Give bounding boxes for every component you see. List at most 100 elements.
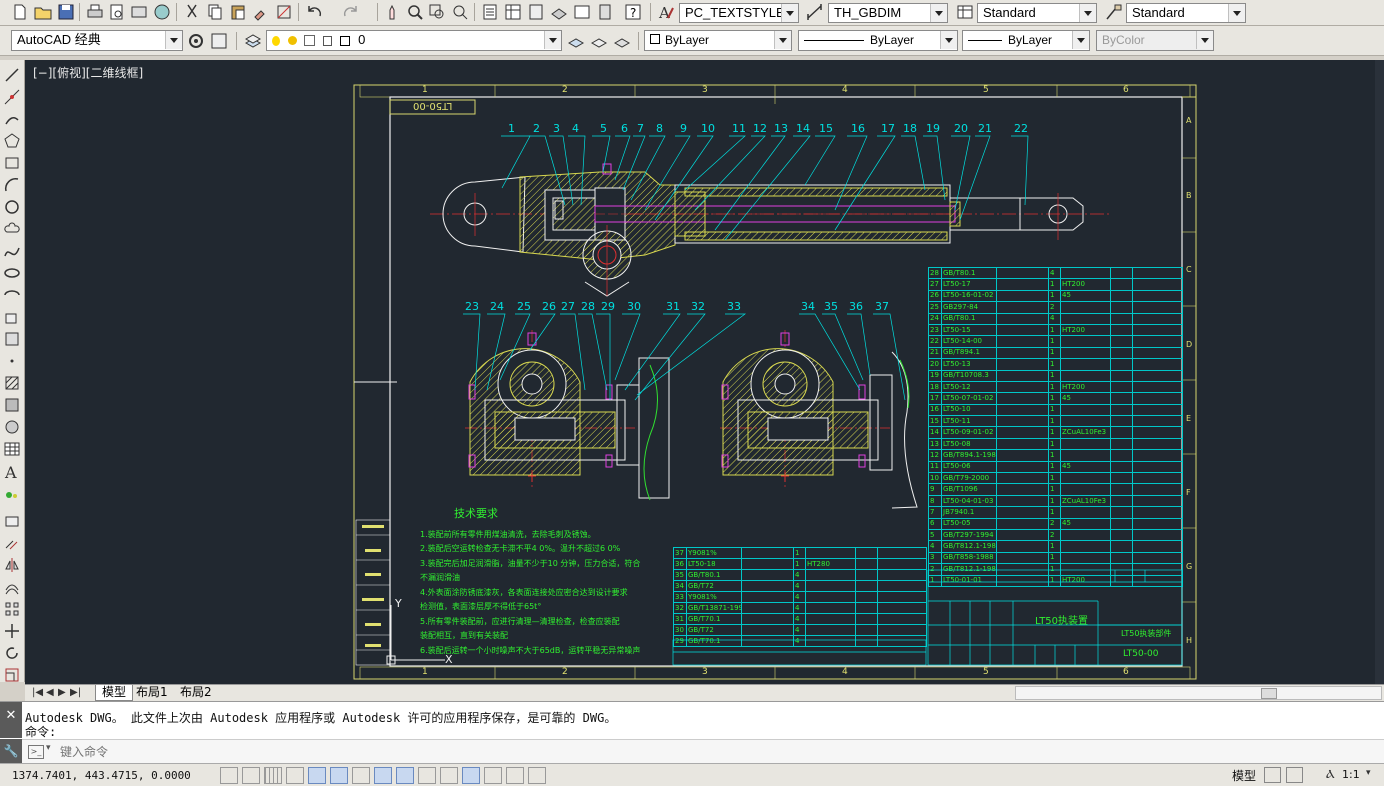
polyline-icon[interactable]: [3, 110, 21, 128]
lock-icon[interactable]: [322, 35, 332, 46]
tab-nav-first[interactable]: |◀: [32, 687, 43, 698]
3d-dwf-icon[interactable]: [152, 2, 172, 22]
chevron-down-icon[interactable]: [165, 31, 182, 49]
ortho-mode-icon[interactable]: [286, 767, 304, 784]
multileader-style-icon[interactable]: [1104, 2, 1124, 22]
command-prompt-icon[interactable]: >_: [28, 745, 44, 759]
zoom-realtime-icon[interactable]: [405, 2, 425, 22]
lightbulb-icon[interactable]: [272, 35, 280, 46]
workspace-settings-icon[interactable]: [209, 31, 229, 51]
chevron-down-icon[interactable]: [781, 4, 798, 22]
chevron-down-icon[interactable]: [1072, 31, 1089, 49]
horizontal-scrollbar[interactable]: [1015, 686, 1382, 700]
show-lineweight-icon[interactable]: [440, 767, 458, 784]
save-icon[interactable]: [56, 2, 76, 22]
chevron-down-icon[interactable]: [774, 31, 791, 49]
offset-icon[interactable]: [3, 578, 21, 596]
quick-view-icon[interactable]: [1286, 767, 1303, 783]
object-snap-icon[interactable]: [330, 767, 348, 784]
linetype-combo[interactable]: ByLayer: [798, 30, 958, 51]
grid-display-icon[interactable]: [264, 767, 282, 784]
command-input-box[interactable]: >_ ▾: [22, 739, 1384, 764]
revision-cloud-icon[interactable]: [3, 220, 21, 238]
markup-icon[interactable]: [572, 2, 592, 22]
tool-palettes-icon[interactable]: [526, 2, 546, 22]
properties-icon[interactable]: [480, 2, 500, 22]
move-icon[interactable]: [3, 622, 21, 640]
workspace-combo[interactable]: AutoCAD 经典: [11, 30, 183, 51]
chevron-down-icon[interactable]: [544, 31, 561, 49]
publish-icon[interactable]: [129, 2, 149, 22]
text-style-icon[interactable]: A: [656, 2, 676, 22]
sun-icon[interactable]: [287, 36, 297, 46]
dynamic-input-icon[interactable]: [418, 767, 436, 784]
copy-icon[interactable]: [205, 2, 225, 22]
gradient-icon[interactable]: [3, 396, 21, 414]
annotation-scale-icon[interactable]: Ⲁ: [1326, 767, 1335, 782]
canvas-vertical-scroll[interactable]: [1375, 60, 1384, 684]
insert-block-icon[interactable]: [3, 308, 21, 326]
quick-properties-icon[interactable]: [484, 767, 502, 784]
zoom-window-icon[interactable]: [427, 2, 447, 22]
rotate-icon[interactable]: [3, 644, 21, 662]
dim-style-icon[interactable]: [805, 2, 825, 22]
add-selected-icon[interactable]: [3, 484, 21, 502]
tab-nav-next[interactable]: ▶: [58, 687, 66, 698]
layer-properties-icon[interactable]: [243, 31, 263, 51]
annotation-scale-value[interactable]: 1:1: [1342, 768, 1360, 781]
pan-icon[interactable]: [383, 2, 403, 22]
lineweight-combo[interactable]: ByLayer: [962, 30, 1090, 51]
construction-line-icon[interactable]: [3, 88, 21, 106]
layer-combo[interactable]: 0: [266, 30, 562, 51]
drawing-canvas[interactable]: [−][俯视][二维线框] 1 2 3 4 5 6 1 2 3 4 5 6 A …: [25, 60, 1384, 684]
annotation-monitor-icon[interactable]: [528, 767, 546, 784]
zoom-previous-icon[interactable]: [450, 2, 470, 22]
table-style-combo[interactable]: Standard: [977, 3, 1097, 23]
chevron-down-icon[interactable]: [930, 4, 947, 22]
model-space-label[interactable]: 模型: [1232, 767, 1256, 784]
command-prompt-arrow[interactable]: ▾: [46, 743, 51, 753]
tab-nav-last[interactable]: ▶|: [70, 687, 81, 698]
arc-icon[interactable]: [3, 176, 21, 194]
ellipse-arc-icon[interactable]: [3, 286, 21, 304]
chevron-down-icon[interactable]: [1228, 4, 1245, 22]
multiline-text-icon[interactable]: A: [3, 462, 21, 482]
layer-states-icon[interactable]: [612, 31, 632, 51]
copy-object-icon[interactable]: [3, 534, 21, 552]
hatch-icon[interactable]: [3, 374, 21, 392]
line-tool-icon[interactable]: [3, 66, 21, 84]
3d-object-snap-icon[interactable]: [352, 767, 370, 784]
print-preview-icon[interactable]: [107, 2, 127, 22]
block-editor-icon[interactable]: [274, 2, 294, 22]
polygon-icon[interactable]: [3, 132, 21, 150]
tab-layout2[interactable]: 布局2: [180, 685, 212, 700]
make-block-icon[interactable]: [3, 330, 21, 348]
chevron-down-icon[interactable]: ▾: [1366, 768, 1371, 778]
tab-nav-prev[interactable]: ◀: [46, 687, 54, 698]
color-combo[interactable]: ByLayer: [644, 30, 792, 51]
open-file-icon[interactable]: [33, 2, 53, 22]
rectangle-icon[interactable]: [3, 154, 21, 172]
erase-icon[interactable]: [3, 512, 21, 530]
table-style-icon[interactable]: [955, 2, 975, 22]
gear-icon[interactable]: [186, 31, 206, 51]
infer-constraints-icon[interactable]: [220, 767, 238, 784]
design-center-icon[interactable]: [503, 2, 523, 22]
make-current-layer-icon[interactable]: [566, 31, 586, 51]
transparency-icon[interactable]: [462, 767, 480, 784]
array-icon[interactable]: [3, 600, 21, 618]
layer-previous-icon[interactable]: [589, 31, 609, 51]
print-icon[interactable]: [85, 2, 105, 22]
undo-icon[interactable]: [305, 2, 325, 22]
allow-ucs-icon[interactable]: [396, 767, 414, 784]
viewport-freeze-icon[interactable]: [304, 35, 316, 47]
snap-mode-icon[interactable]: [242, 767, 260, 784]
object-snap-tracking-icon[interactable]: [374, 767, 392, 784]
text-style-combo[interactable]: PC_TEXTSTYLE: [679, 3, 799, 23]
command-close-icon[interactable]: ✕: [0, 702, 22, 738]
redo-icon[interactable]: [340, 2, 360, 22]
layout-view-icon[interactable]: [1264, 767, 1281, 783]
calculator-icon[interactable]: [595, 2, 615, 22]
command-input[interactable]: [58, 743, 662, 761]
sheet-set-icon[interactable]: [549, 2, 569, 22]
